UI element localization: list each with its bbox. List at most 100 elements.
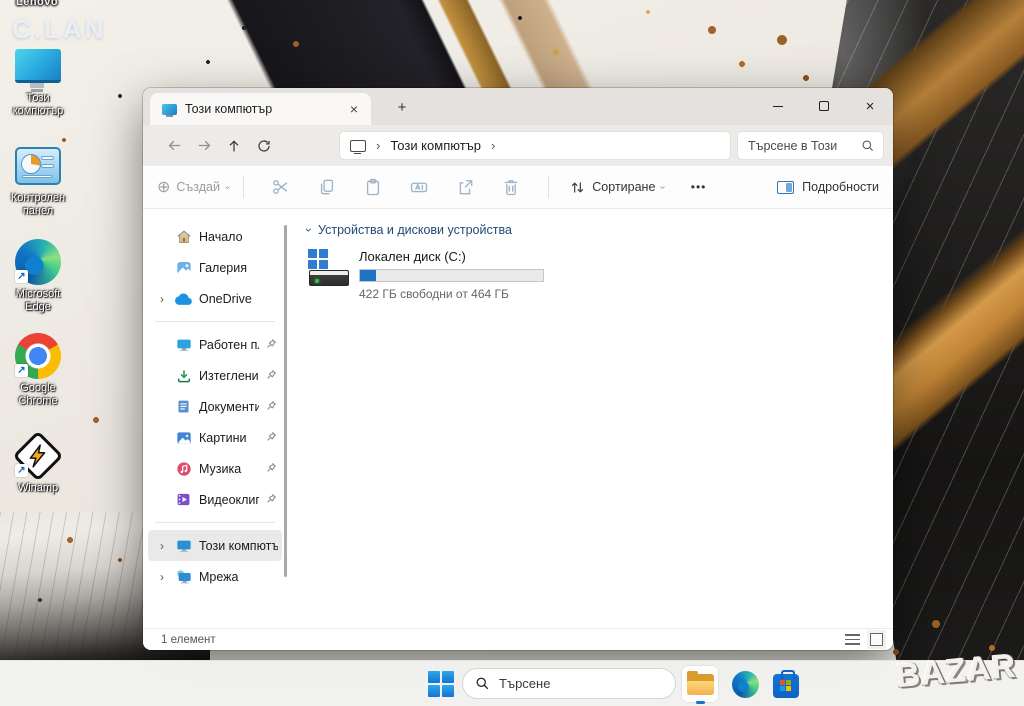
shortcut-arrow-icon: ↗	[15, 364, 28, 377]
address-bar[interactable]: › Този компютър ›	[339, 131, 731, 160]
chevron-down-icon[interactable]: ›	[302, 228, 316, 232]
taskbar	[0, 660, 1024, 706]
sidebar-item-gallery[interactable]: Галерия	[148, 252, 282, 283]
microsoft-store-icon	[773, 674, 799, 698]
sidebar-item-desktop[interactable]: Работен плот	[148, 329, 282, 360]
sidebar-item-label: Галерия	[199, 261, 278, 275]
share-button[interactable]	[447, 171, 483, 203]
content-area: › Устройства и дискови устройства Локале…	[289, 209, 893, 628]
local-disk-icon	[307, 249, 349, 291]
control-panel-icon	[14, 144, 62, 188]
sidebar-item-this-pc[interactable]: › Този компютър	[148, 530, 282, 561]
back-button[interactable]	[159, 131, 189, 161]
file-explorer-icon	[687, 674, 714, 695]
chevron-right-icon[interactable]: ›	[156, 292, 168, 306]
up-button[interactable]	[219, 131, 249, 161]
clan-watermark: C.LAN	[12, 14, 106, 45]
taskbar-file-explorer[interactable]	[682, 666, 718, 702]
desktop-icon-this-pc[interactable]: Този компютър	[0, 44, 76, 118]
explorer-search[interactable]	[737, 131, 884, 160]
sidebar-item-documents[interactable]: Документи	[148, 391, 282, 422]
downloads-icon	[175, 367, 192, 384]
tab-this-pc[interactable]: Този компютър ×	[150, 93, 371, 125]
breadcrumb-this-pc[interactable]: Този компютър	[390, 138, 481, 153]
start-button[interactable]	[428, 671, 454, 697]
desktop-icon-chrome[interactable]: ↗ Google Chrome	[0, 334, 76, 408]
cut-button[interactable]	[263, 171, 299, 203]
new-tab-button[interactable]: +	[391, 96, 413, 118]
onedrive-cloud-icon	[175, 290, 192, 307]
sidebar-item-label: Видеоклипове	[199, 493, 259, 507]
large-icons-view-button[interactable]	[870, 633, 883, 646]
drive-usage-bar	[359, 269, 544, 282]
this-pc-tab-icon	[162, 104, 177, 115]
forward-button[interactable]	[189, 131, 219, 161]
sidebar-item-label: Изтеглени файлове	[199, 369, 259, 383]
sidebar: Начало Галерия › OneDrive	[143, 209, 289, 628]
sidebar-item-label: Начало	[199, 230, 278, 244]
winamp-icon: ↗	[14, 434, 62, 478]
command-bar: ⊕ Създай ›	[143, 166, 893, 209]
divider	[155, 321, 275, 322]
chrome-icon: ↗	[14, 334, 62, 378]
taskbar-edge[interactable]	[727, 666, 763, 702]
details-label: Подробности	[802, 180, 879, 194]
sidebar-item-music[interactable]: Музика	[148, 453, 282, 484]
documents-icon	[175, 398, 192, 415]
minimize-button[interactable]	[755, 88, 801, 124]
chevron-right-icon[interactable]: ›	[376, 138, 380, 153]
refresh-button[interactable]	[249, 131, 279, 161]
details-pane-icon	[777, 181, 794, 194]
taskbar-store[interactable]	[768, 666, 804, 702]
sidebar-item-downloads[interactable]: Изтеглени файлове	[148, 360, 282, 391]
sort-label: Сортиране	[592, 180, 655, 194]
taskbar-search[interactable]	[462, 668, 676, 699]
chevron-right-icon[interactable]: ›	[156, 570, 168, 584]
desktop-icon-label: Контролен панел	[2, 192, 74, 218]
sidebar-item-onedrive[interactable]: › OneDrive	[148, 283, 282, 314]
paste-button[interactable]	[355, 171, 391, 203]
close-icon: ×	[866, 99, 875, 114]
search-icon	[475, 676, 490, 691]
desktop-icon-control-panel[interactable]: Контролен панел	[0, 144, 76, 218]
sidebar-item-videos[interactable]: Видеоклипове	[148, 484, 282, 515]
desktop-icon-label: Winamp	[18, 482, 58, 495]
taskbar-search-input[interactable]	[499, 676, 663, 691]
tab-close-icon[interactable]: ×	[345, 100, 363, 118]
drive-c-item[interactable]: Локален диск (C:) 422 ГБ свободни от 464…	[307, 249, 555, 301]
copy-button[interactable]	[309, 171, 345, 203]
chevron-right-icon[interactable]: ›	[156, 539, 168, 553]
drive-name: Локален диск (C:)	[359, 249, 555, 264]
details-view-button[interactable]	[845, 634, 860, 645]
desktop-icon-edge[interactable]: ↗ Microsoft Edge	[0, 240, 76, 314]
tab-bar: Този компютър × + ×	[143, 88, 893, 125]
sort-button[interactable]: Сортиране ›	[569, 179, 664, 196]
drives-group-header[interactable]: › Устройства и дискови устройства	[307, 223, 893, 237]
items-count: 1 елемент	[161, 634, 216, 646]
close-button[interactable]: ×	[847, 88, 893, 124]
pin-icon	[266, 367, 278, 385]
sidebar-item-network[interactable]: › Мрежа	[148, 561, 282, 592]
delete-button[interactable]	[493, 171, 529, 203]
rename-button[interactable]	[401, 171, 437, 203]
chevron-right-icon[interactable]: ›	[491, 138, 495, 153]
divider	[548, 176, 549, 198]
drive-capacity: 422 ГБ свободни от 464 ГБ	[359, 287, 555, 301]
sidebar-item-label: Документи	[199, 400, 259, 414]
details-toggle-button[interactable]: Подробности	[777, 180, 879, 194]
maximize-icon	[819, 101, 829, 111]
more-options-button[interactable]: •••	[691, 180, 707, 194]
search-icon	[861, 139, 875, 153]
maximize-button[interactable]	[801, 88, 847, 124]
shortcut-arrow-icon: ↗	[15, 270, 28, 283]
sidebar-scrollbar[interactable]	[284, 225, 287, 577]
sidebar-item-home[interactable]: Начало	[148, 221, 282, 252]
create-button[interactable]: ⊕ Създай ›	[157, 177, 229, 197]
music-icon	[175, 460, 192, 477]
desktop-icon-winamp[interactable]: ↗ Winamp	[0, 434, 76, 495]
explorer-search-input[interactable]	[748, 139, 861, 153]
create-label: Създай	[176, 180, 220, 194]
pin-icon	[266, 398, 278, 416]
sidebar-item-pictures[interactable]: Картини	[148, 422, 282, 453]
home-icon	[175, 228, 192, 245]
